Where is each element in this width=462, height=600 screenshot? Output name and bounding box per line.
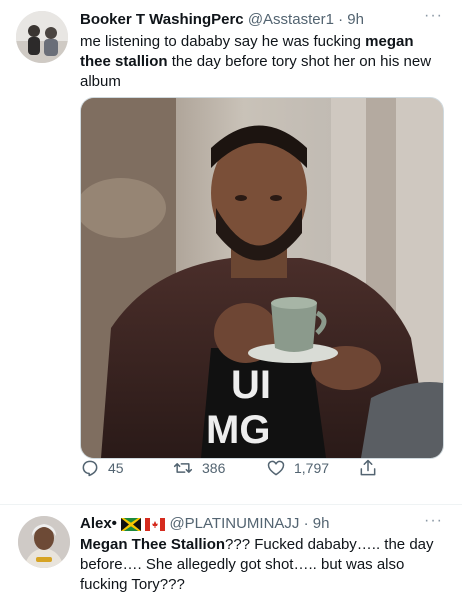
like-count: 1,797: [294, 460, 330, 476]
tweet-text: Megan Thee Stallion??? Fucked dababy….. …: [80, 535, 440, 595]
separator: ·: [303, 515, 309, 532]
tweet-text-part-1: me listening to dababy say he was fuckin…: [80, 33, 366, 50]
man-drinking-tea-photo: UI MG: [81, 98, 443, 458]
reply-button[interactable]: 45: [80, 458, 124, 478]
display-name[interactable]: Booker T WashingPerc: [80, 11, 244, 28]
canada-flag-icon: [145, 517, 166, 531]
more-dots-icon[interactable]: ···: [424, 8, 443, 24]
jamaica-flag-icon: [121, 517, 142, 531]
share-button[interactable]: [358, 458, 378, 478]
display-name[interactable]: Alex•: [80, 515, 117, 532]
retweet-button[interactable]: 386: [172, 458, 225, 478]
svg-text:MG: MG: [206, 408, 270, 452]
share-icon: [360, 459, 376, 476]
like-button[interactable]: 1,797: [266, 458, 329, 478]
tweet-header: Booker T WashingPerc @Asstaster1 · 9h: [80, 10, 364, 30]
reply-count: 45: [108, 460, 124, 476]
user-handle[interactable]: @Asstaster1: [248, 11, 334, 28]
avatar-photo: [16, 11, 68, 63]
reply-icon: [82, 460, 98, 477]
separator: ·: [338, 11, 344, 28]
user-avatar[interactable]: [16, 11, 68, 63]
user-avatar[interactable]: [18, 516, 70, 568]
tweet-2[interactable]: Alex• @PLATINUMINAJJ · 9h ··· Megan Thee…: [0, 505, 462, 600]
tweet-text-bold[interactable]: Megan Thee Stallion: [80, 536, 225, 553]
heart-icon: [267, 460, 285, 476]
tweet-header: Alex• @PLATINUMINAJJ · 9h: [80, 514, 329, 534]
timestamp[interactable]: 9h: [313, 515, 330, 532]
retweet-icon: [173, 463, 193, 473]
svg-text:UI: UI: [231, 363, 271, 407]
tweet-text: me listening to dababy say he was fuckin…: [80, 32, 440, 92]
tweet-1[interactable]: Booker T WashingPerc @Asstaster1 · 9h ··…: [0, 0, 462, 505]
more-dots-icon[interactable]: ···: [424, 513, 443, 529]
avatar-photo: [18, 516, 70, 568]
user-handle[interactable]: @PLATINUMINAJJ: [169, 515, 299, 532]
tweet-media-image[interactable]: UI MG: [80, 97, 444, 459]
timestamp[interactable]: 9h: [347, 11, 364, 28]
retweet-count: 386: [202, 460, 226, 476]
